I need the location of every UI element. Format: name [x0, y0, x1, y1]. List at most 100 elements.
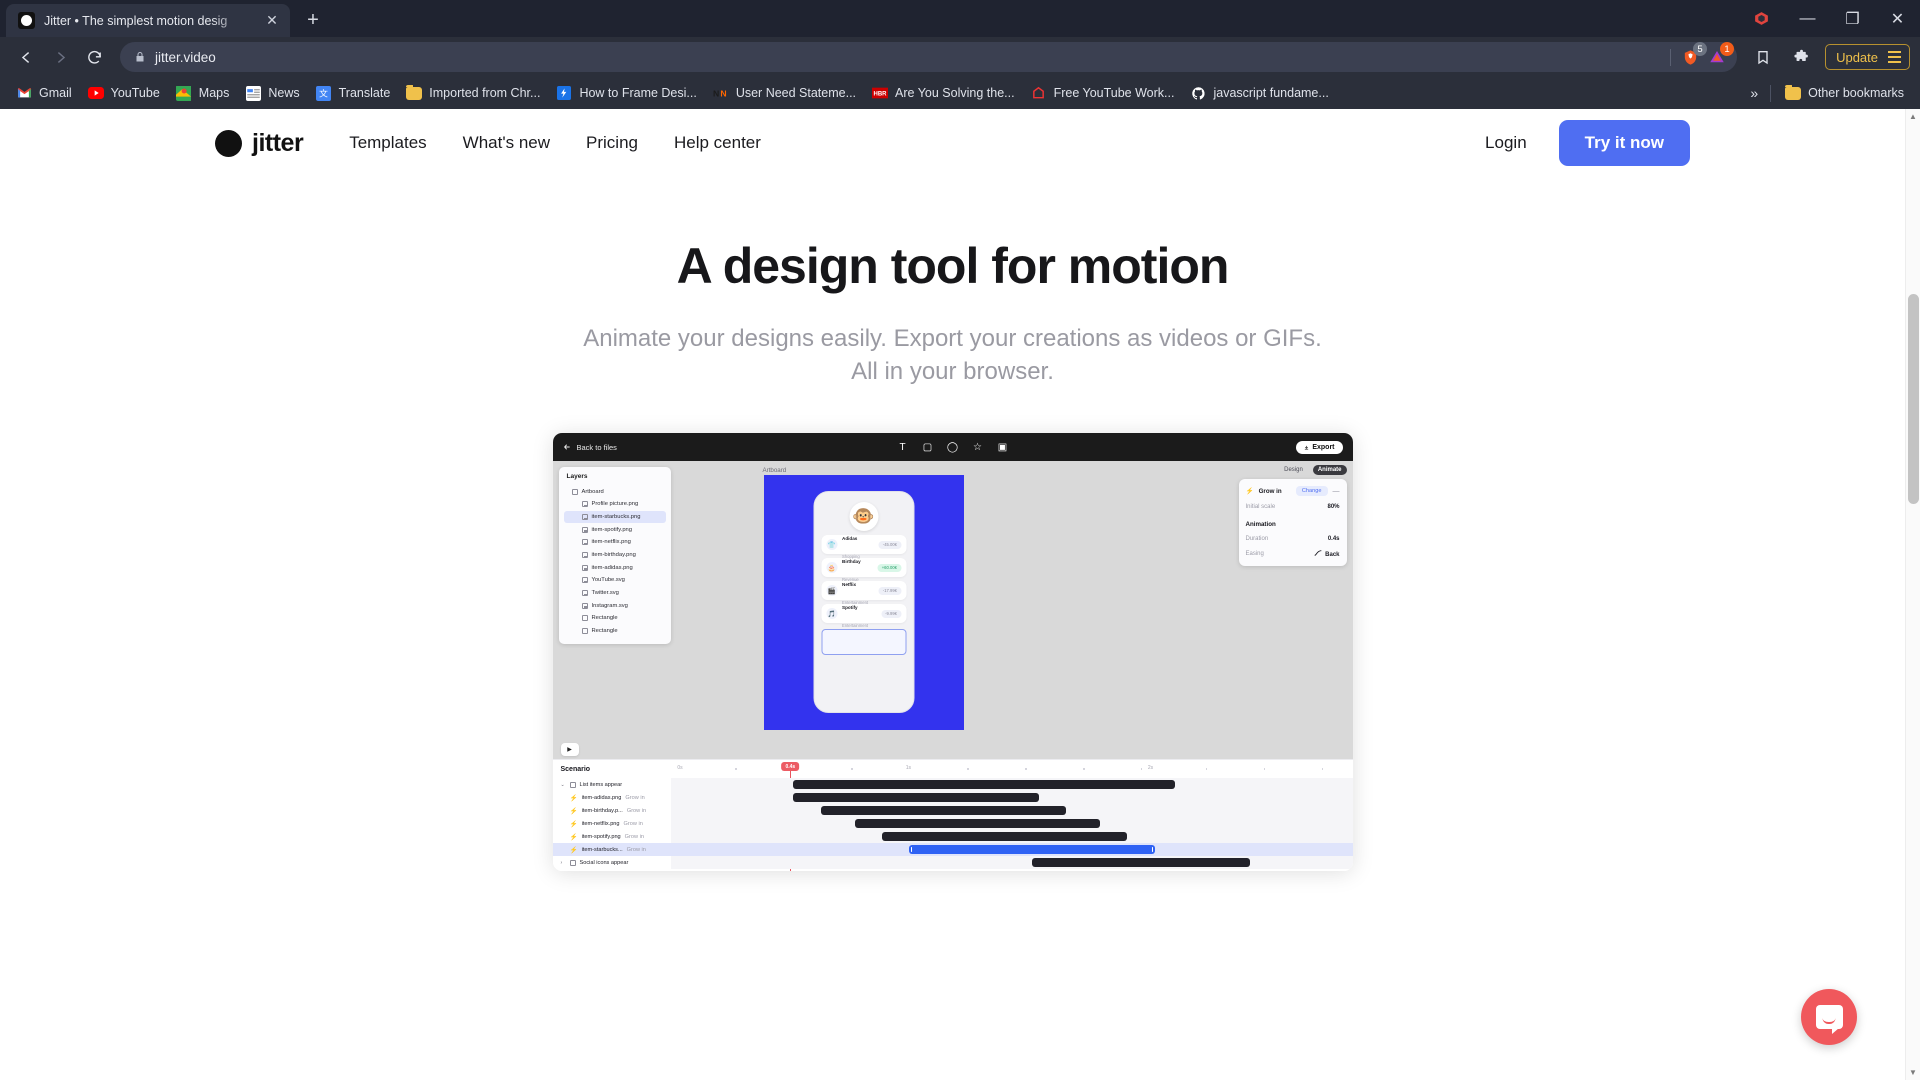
- row-name: item-starbucks...: [582, 847, 623, 853]
- bookmark-youtube[interactable]: YouTube: [80, 81, 168, 105]
- bookmark-javascript-fundamentals[interactable]: javascript fundame...: [1182, 81, 1336, 105]
- timeline-row[interactable]: ⚡ item-spotify.png Grow in: [553, 830, 1353, 843]
- timeline-bar[interactable]: [821, 806, 1067, 815]
- brave-rewards-triangle-icon[interactable]: 1: [1705, 45, 1729, 69]
- brave-rewards-icon[interactable]: [1743, 5, 1779, 33]
- back-to-files-button[interactable]: Back to files: [563, 443, 617, 452]
- artboard[interactable]: 🐵 👕 Adidas Shopping -45.00€ 🎂: [764, 475, 964, 730]
- timeline-row-group[interactable]: ⌄ List items appear: [553, 778, 1353, 791]
- rectangle-tool-icon[interactable]: ▢: [921, 441, 934, 454]
- initial-scale-value[interactable]: 80%: [1327, 504, 1339, 510]
- bookmark-free-youtube-workshop[interactable]: Free YouTube Work...: [1023, 81, 1183, 105]
- layer-item[interactable]: item-adidas.png: [564, 561, 666, 574]
- page-scrollbar[interactable]: ▲ ▼: [1905, 109, 1920, 1080]
- timeline-row[interactable]: ⚡ item-birthday.p... Grow in: [553, 804, 1353, 817]
- layer-item[interactable]: Rectangle: [564, 612, 666, 625]
- timeline-row-selected[interactable]: ⚡ item-starbucks... Grow in: [553, 843, 1353, 856]
- layer-item-selected[interactable]: item-starbucks.png: [564, 511, 666, 524]
- address-bar[interactable]: jitter.video 5 1: [120, 42, 1737, 72]
- chevron-down-icon[interactable]: ⌄: [561, 782, 566, 788]
- scroll-up-arrow[interactable]: ▲: [1906, 109, 1920, 124]
- timeline-panel: Scenario 0s 1s 2s: [553, 759, 1353, 871]
- layer-item[interactable]: item-birthday.png: [564, 549, 666, 562]
- timeline-row[interactable]: ⚡ item-adidas.png Grow in: [553, 791, 1353, 804]
- maximize-button[interactable]: ❐: [1830, 0, 1875, 37]
- timeline-track[interactable]: [671, 856, 1353, 869]
- star-tool-icon[interactable]: ☆: [971, 441, 984, 454]
- timeline-track[interactable]: [671, 804, 1353, 817]
- timeline-row-label: ⚡ item-adidas.png Grow in: [553, 794, 671, 802]
- layer-item-artboard[interactable]: Artboard: [564, 485, 666, 498]
- collapse-icon[interactable]: —: [1333, 488, 1340, 495]
- bookmark-are-you-solving[interactable]: HBR Are You Solving the...: [864, 81, 1023, 105]
- bookmark-imported-from-chrome[interactable]: Imported from Chr...: [398, 81, 548, 105]
- close-tab-icon[interactable]: ✕: [262, 11, 282, 31]
- duration-value[interactable]: 0.4s: [1328, 536, 1340, 542]
- close-window-button[interactable]: ✕: [1875, 0, 1920, 37]
- update-button[interactable]: Update: [1825, 44, 1910, 70]
- layer-item[interactable]: item-netflix.png: [564, 536, 666, 549]
- layer-item[interactable]: Profile picture.png: [564, 498, 666, 511]
- timeline-track[interactable]: [671, 843, 1353, 856]
- bookmark-how-to-frame-design[interactable]: How to Frame Desi...: [548, 81, 704, 105]
- scroll-down-arrow[interactable]: ▼: [1906, 1065, 1920, 1080]
- minimize-button[interactable]: —: [1785, 0, 1830, 37]
- jitter-logo[interactable]: jitter: [215, 129, 303, 158]
- play-button[interactable]: ▶: [561, 743, 579, 756]
- nav-link-templates[interactable]: Templates: [349, 133, 426, 153]
- timeline-bar[interactable]: [1032, 858, 1250, 867]
- intercom-chat-button[interactable]: [1801, 989, 1857, 1045]
- text-tool-icon[interactable]: T: [896, 441, 909, 454]
- scrollbar-thumb[interactable]: [1908, 294, 1919, 504]
- bookmark-other-bookmarks[interactable]: Other bookmarks: [1777, 81, 1912, 105]
- timeline-bar[interactable]: [882, 832, 1128, 841]
- chevron-right-icon[interactable]: ›: [561, 860, 566, 866]
- reload-button[interactable]: [78, 41, 110, 73]
- nav-link-help-center[interactable]: Help center: [674, 133, 761, 153]
- hbr-icon: HBR: [872, 85, 888, 101]
- timeline-track[interactable]: [671, 791, 1353, 804]
- browser-tab[interactable]: Jitter • The simplest motion desig ✕: [6, 4, 290, 37]
- timeline-bar[interactable]: [855, 819, 1101, 828]
- tab-design[interactable]: Design: [1279, 465, 1308, 475]
- timeline-track[interactable]: [671, 830, 1353, 843]
- login-link[interactable]: Login: [1485, 133, 1527, 153]
- brave-shields-icon[interactable]: 5: [1678, 45, 1702, 69]
- app-toolbar: Back to files T ▢ ◯ ☆ ▣ Export: [553, 433, 1353, 461]
- timeline-bar[interactable]: [793, 793, 1039, 802]
- timeline-ruler[interactable]: 0s 1s 2s: [671, 760, 1353, 778]
- bookmark-maps[interactable]: Maps: [168, 81, 238, 105]
- app-canvas: Layers Artboard Profile picture.png item…: [553, 461, 1353, 739]
- new-tab-button[interactable]: +: [299, 6, 327, 34]
- back-button[interactable]: [10, 41, 42, 73]
- layer-item[interactable]: Instagram.svg: [564, 599, 666, 612]
- extensions-icon[interactable]: [1787, 43, 1815, 71]
- timeline-track[interactable]: [671, 778, 1353, 791]
- layer-item[interactable]: YouTube.svg: [564, 574, 666, 587]
- timeline-track[interactable]: [671, 817, 1353, 830]
- tab-animate[interactable]: Animate: [1313, 465, 1347, 475]
- timeline-row-group[interactable]: › Social icons appear: [553, 856, 1353, 869]
- bookmark-news[interactable]: News: [237, 81, 307, 105]
- layer-item[interactable]: item-spotify.png: [564, 523, 666, 536]
- ellipse-tool-icon[interactable]: ◯: [946, 441, 959, 454]
- timeline-bar[interactable]: [793, 780, 1175, 789]
- export-button[interactable]: Export: [1296, 441, 1342, 454]
- image-tool-icon[interactable]: ▣: [996, 441, 1009, 454]
- timeline-bar-selected[interactable]: [909, 845, 1155, 854]
- layer-item[interactable]: Twitter.svg: [564, 587, 666, 600]
- nav-link-pricing[interactable]: Pricing: [586, 133, 638, 153]
- bookmark-translate[interactable]: 文 Translate: [308, 81, 399, 105]
- bookmarks-overflow-button[interactable]: »: [1744, 85, 1764, 101]
- bookmark-user-need-statements[interactable]: NN User Need Stateme...: [705, 81, 864, 105]
- browser-menu-icon[interactable]: [1888, 51, 1901, 62]
- easing-value[interactable]: Back: [1314, 550, 1339, 558]
- nav-link-whats-new[interactable]: What's new: [463, 133, 550, 153]
- layer-item[interactable]: Rectangle: [564, 625, 666, 638]
- try-it-now-button[interactable]: Try it now: [1559, 120, 1690, 166]
- timeline-row[interactable]: ⚡ item-netflix.png Grow in: [553, 817, 1353, 830]
- bookmark-gmail[interactable]: Gmail: [8, 81, 80, 105]
- forward-button[interactable]: [44, 41, 76, 73]
- change-effect-button[interactable]: Change: [1296, 486, 1328, 496]
- bookmark-star-icon[interactable]: [1747, 41, 1779, 73]
